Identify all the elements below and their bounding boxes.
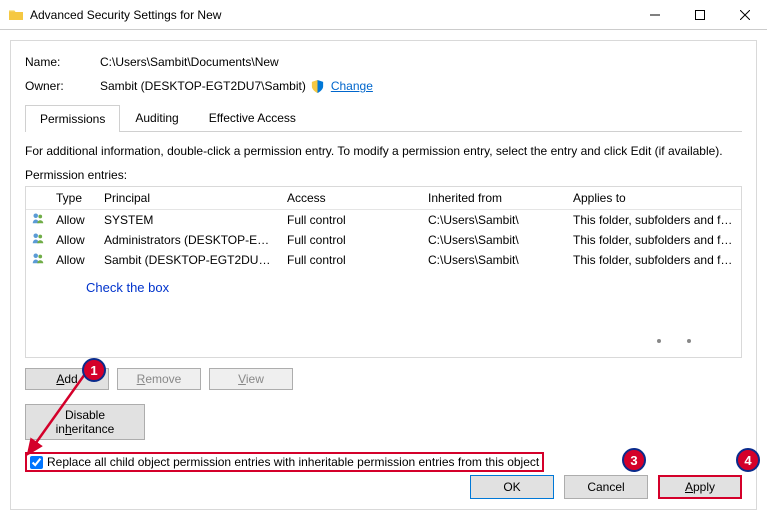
tabs: Permissions Auditing Effective Access	[25, 104, 742, 132]
annotation-badge-1: 1	[82, 358, 106, 382]
replace-entries-checkbox-wrap: Replace all child object permission entr…	[25, 452, 544, 472]
title-bar: Advanced Security Settings for New	[0, 0, 767, 30]
apply-button[interactable]: Apply	[658, 475, 742, 499]
tab-auditing[interactable]: Auditing	[120, 104, 193, 131]
change-owner-link[interactable]: Change	[331, 79, 373, 94]
owner-value: Sambit (DESKTOP-EGT2DU7\Sambit)	[100, 79, 306, 94]
table-row[interactable]: Allow SYSTEM Full control C:\Users\Sambi…	[26, 210, 741, 230]
entry-buttons: Add Remove View	[25, 368, 742, 390]
table-body: Allow SYSTEM Full control C:\Users\Sambi…	[26, 210, 741, 295]
entries-label: Permission entries:	[25, 168, 742, 182]
user-icon	[32, 212, 44, 228]
col-type[interactable]: Type	[50, 187, 98, 209]
name-value: C:\Users\Sambit\Documents\New	[100, 55, 279, 69]
annotation-badge-3: 3	[622, 448, 646, 472]
owner-label: Owner:	[25, 79, 100, 94]
user-icon	[32, 252, 44, 268]
table-row[interactable]: Allow Administrators (DESKTOP-EG... Full…	[26, 230, 741, 250]
col-principal[interactable]: Principal	[98, 187, 281, 209]
permission-entries-table: Type Principal Access Inherited from App…	[25, 186, 742, 358]
name-label: Name:	[25, 55, 100, 69]
shield-icon	[310, 79, 325, 94]
table-row[interactable]: Allow Sambit (DESKTOP-EGT2DU7\S... Full …	[26, 250, 741, 270]
tab-effective-access[interactable]: Effective Access	[194, 104, 311, 131]
owner-row: Owner: Sambit (DESKTOP-EGT2DU7\Sambit) C…	[25, 79, 742, 94]
maximize-button[interactable]	[677, 0, 722, 29]
col-applies[interactable]: Applies to	[567, 187, 741, 209]
folder-icon	[8, 7, 24, 23]
user-icon	[32, 232, 44, 248]
table-header: Type Principal Access Inherited from App…	[26, 187, 741, 210]
annotation-text: Check the box	[86, 280, 741, 295]
info-text: For additional information, double-click…	[25, 144, 742, 158]
decorative-dots	[657, 339, 691, 343]
name-row: Name: C:\Users\Sambit\Documents\New	[25, 55, 742, 69]
tab-permissions[interactable]: Permissions	[25, 105, 120, 132]
window-title: Advanced Security Settings for New	[30, 8, 632, 22]
annotation-badge-4: 4	[736, 448, 760, 472]
cancel-button[interactable]: Cancel	[564, 475, 648, 499]
content-panel: Name: C:\Users\Sambit\Documents\New Owne…	[10, 40, 757, 510]
replace-entries-label[interactable]: Replace all child object permission entr…	[47, 455, 539, 469]
minimize-button[interactable]	[632, 0, 677, 29]
view-button: View	[209, 368, 293, 390]
ok-button[interactable]: OK	[470, 475, 554, 499]
col-inherited[interactable]: Inherited from	[422, 187, 567, 209]
close-button[interactable]	[722, 0, 767, 29]
disable-inheritance-button[interactable]: Disable inheritance	[25, 404, 145, 440]
col-access[interactable]: Access	[281, 187, 422, 209]
remove-button: Remove	[117, 368, 201, 390]
dialog-buttons: OK Cancel Apply	[470, 475, 742, 499]
replace-entries-checkbox[interactable]	[30, 456, 43, 469]
